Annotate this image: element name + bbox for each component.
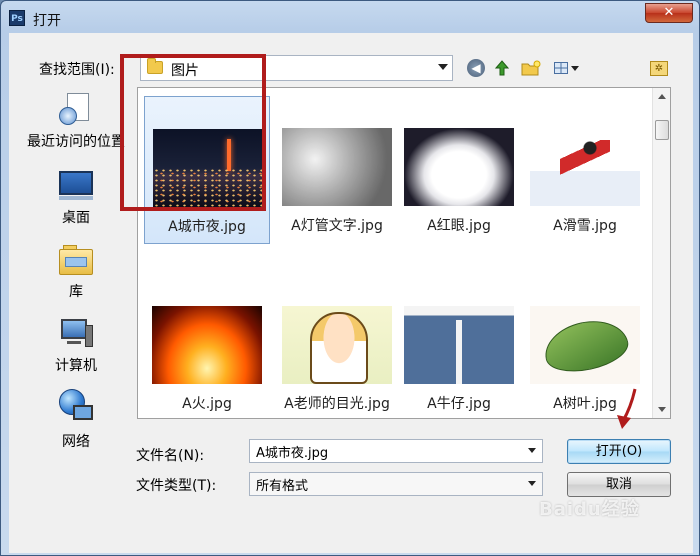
up-arrow-icon <box>494 60 510 76</box>
computer-icon <box>57 317 95 351</box>
place-computer[interactable]: 计算机 <box>19 317 133 375</box>
photoshop-app-icon: Ps <box>9 10 25 26</box>
place-desktop[interactable]: 桌面 <box>19 169 133 227</box>
views-icon <box>553 62 568 74</box>
place-label: 计算机 <box>55 358 97 374</box>
cancel-button[interactable]: 取消 <box>567 472 671 497</box>
scroll-up-icon[interactable] <box>658 94 666 99</box>
file-name: A滑雪.jpg <box>553 218 617 234</box>
file-item[interactable]: A火.jpg <box>144 274 270 418</box>
place-recent[interactable]: 最近访问的位置 <box>19 93 133 151</box>
dialog-client-area: 查找范围(I): 图片 ◀ ✲ 最近访问的位置 桌面 库 计算机 网络 A城市夜… <box>9 33 693 553</box>
file-thumbnail <box>530 306 640 384</box>
file-item[interactable]: A牛仔.jpg <box>396 274 522 418</box>
place-label: 库 <box>69 284 83 300</box>
file-name: A红眼.jpg <box>427 218 491 234</box>
watermark: Baidu经验 <box>539 499 640 520</box>
place-libraries[interactable]: 库 <box>19 243 133 301</box>
chevron-down-icon[interactable] <box>528 481 536 486</box>
file-name: A火.jpg <box>182 396 232 412</box>
annotation-arrow-icon <box>617 388 637 429</box>
open-button[interactable]: 打开(O) <box>567 439 671 464</box>
network-icon <box>57 389 95 427</box>
views-menu-button[interactable] <box>549 57 583 79</box>
folder-star-icon: ✲ <box>650 60 668 76</box>
filename-value: A城市夜.jpg <box>256 446 329 461</box>
file-item[interactable]: A老师的目光.jpg <box>274 274 400 418</box>
up-folder-button[interactable] <box>491 57 513 79</box>
chevron-down-icon[interactable] <box>438 64 448 70</box>
vertical-scrollbar[interactable] <box>652 88 670 418</box>
new-folder-button[interactable] <box>519 57 543 79</box>
close-button[interactable]: ✕ <box>645 3 693 23</box>
back-button[interactable]: ◀ <box>465 57 487 79</box>
filetype-value: 所有格式 <box>256 479 309 494</box>
place-label: 桌面 <box>62 210 90 226</box>
place-label: 网络 <box>62 434 90 450</box>
desktop-icon <box>57 169 95 203</box>
highlight-box <box>120 54 266 211</box>
scroll-thumb[interactable] <box>655 120 669 140</box>
file-name: A老师的目光.jpg <box>284 396 390 412</box>
places-bar: 最近访问的位置 桌面 库 计算机 网络 <box>19 87 133 519</box>
title-bar: Ps 打开 ✕ <box>1 1 699 35</box>
settings-button[interactable]: ✲ <box>649 57 669 79</box>
file-thumbnail <box>530 128 640 206</box>
file-name: A牛仔.jpg <box>427 396 491 412</box>
file-thumbnail <box>282 128 392 206</box>
file-name: A灯管文字.jpg <box>291 218 383 234</box>
libraries-icon <box>57 243 95 277</box>
file-name: A城市夜.jpg <box>168 219 246 235</box>
chevron-down-icon[interactable] <box>528 448 536 453</box>
file-thumbnail <box>404 128 514 206</box>
filename-label: 文件名(N): <box>136 448 205 464</box>
file-item[interactable]: A灯管文字.jpg <box>274 96 400 244</box>
window-title: 打开 <box>33 13 61 29</box>
open-dialog-window: Ps 打开 ✕ 查找范围(I): 图片 ◀ ✲ 最近访问的位置 桌面 库 计算机… <box>0 0 700 556</box>
file-thumbnail <box>282 306 392 384</box>
filetype-dropdown[interactable]: 所有格式 <box>249 472 543 496</box>
new-folder-icon <box>521 60 541 76</box>
lookin-label: 查找范围(I): <box>39 62 115 78</box>
file-item[interactable]: A红眼.jpg <box>396 96 522 244</box>
filename-input[interactable]: A城市夜.jpg <box>249 439 543 463</box>
file-thumbnail <box>404 306 514 384</box>
file-item[interactable]: A滑雪.jpg <box>522 96 648 244</box>
place-label: 最近访问的位置 <box>27 134 125 150</box>
file-thumbnail <box>152 306 262 384</box>
recent-places-icon <box>57 93 95 127</box>
scroll-down-icon[interactable] <box>658 407 666 412</box>
chevron-down-icon <box>570 65 579 71</box>
back-arrow-icon: ◀ <box>467 59 485 77</box>
filetype-label: 文件类型(T): <box>136 478 217 494</box>
place-network[interactable]: 网络 <box>19 389 133 451</box>
